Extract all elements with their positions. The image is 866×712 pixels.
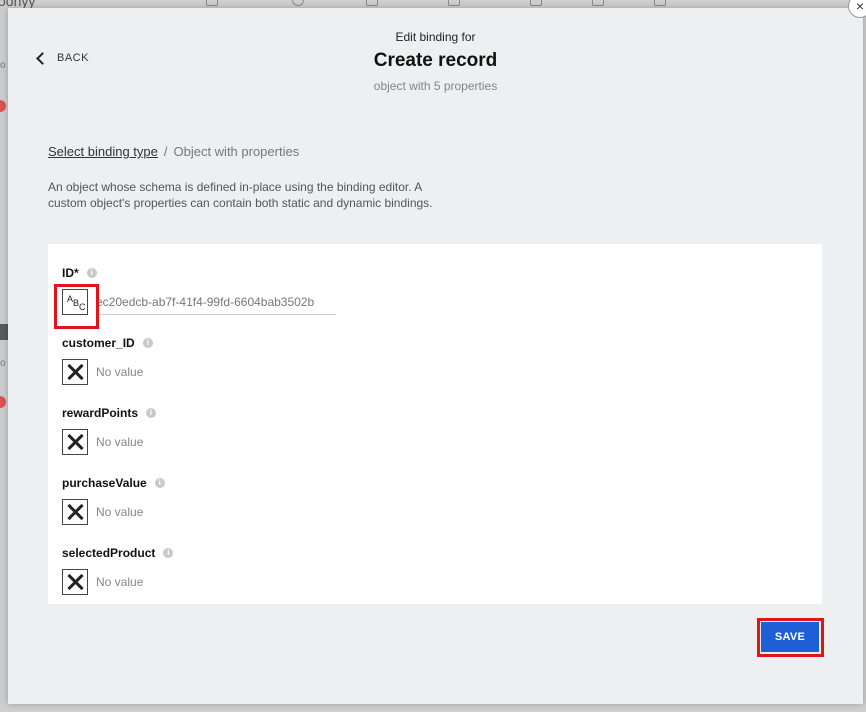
edit-binding-modal: BACK Edit binding for Create record obje… bbox=[8, 8, 863, 704]
info-icon[interactable]: i bbox=[146, 408, 157, 418]
modal-title: Create record bbox=[373, 50, 498, 71]
breadcrumb-current: Object with properties bbox=[173, 144, 300, 159]
background-mark: o bbox=[0, 60, 6, 71]
property-field-selected-product: selectedProduct i No value bbox=[62, 546, 174, 596]
breadcrumb-link-select-binding-type[interactable]: Select binding type bbox=[48, 144, 158, 159]
no-value-text: No value bbox=[96, 505, 144, 519]
modal-supertitle: Edit binding for bbox=[395, 30, 476, 44]
x-no-value-type-button[interactable] bbox=[62, 569, 88, 595]
background-error-badge-icon bbox=[0, 396, 6, 408]
background-error-badge-icon bbox=[0, 100, 6, 112]
background-toolbar-icon bbox=[366, 0, 378, 6]
binding-description: An object whose schema is defined in-pla… bbox=[48, 180, 433, 210]
no-value-text: No value bbox=[96, 435, 144, 449]
no-value-text: No value bbox=[96, 575, 144, 589]
background-toolbar-icon bbox=[292, 0, 304, 6]
background-toolbar-icon bbox=[654, 0, 666, 6]
x-no-value-type-button[interactable] bbox=[62, 499, 88, 525]
background-toolbar-icon bbox=[592, 0, 604, 6]
highlight-box-save-button bbox=[757, 618, 824, 657]
x-no-value-type-button[interactable] bbox=[62, 359, 88, 385]
modal-subtitle: object with 5 properties bbox=[373, 79, 498, 93]
property-label: rewardPoints bbox=[62, 406, 139, 420]
property-field-id: ID* i A B C bbox=[62, 266, 336, 316]
info-icon[interactable]: i bbox=[142, 338, 153, 348]
background-toolbar: oonyy bbox=[0, 0, 866, 9]
breadcrumb-separator: / bbox=[163, 144, 168, 159]
x-no-value-type-button[interactable] bbox=[62, 429, 88, 455]
id-value-input[interactable] bbox=[96, 289, 336, 315]
background-toolbar-icon bbox=[448, 0, 460, 6]
property-field-reward-points: rewardPoints i No value bbox=[62, 406, 157, 456]
property-field-customer-id: customer_ID i No value bbox=[62, 336, 153, 386]
property-label: purchaseValue bbox=[62, 476, 147, 490]
property-label: customer_ID bbox=[62, 336, 135, 350]
breadcrumb: Select binding type / Object with properti… bbox=[48, 144, 299, 159]
property-label: ID* bbox=[62, 266, 79, 280]
highlight-box-type-button bbox=[54, 284, 99, 329]
background-toolbar-icon bbox=[530, 0, 542, 6]
background-selected-row bbox=[0, 324, 8, 340]
background-left-panel: o o bbox=[0, 8, 8, 712]
background-bottom-bar bbox=[0, 704, 866, 712]
no-value-text: No value bbox=[96, 365, 144, 379]
property-label: selectedProduct bbox=[62, 546, 156, 560]
property-field-purchase-value: purchaseValue i No value bbox=[62, 476, 165, 526]
modal-header: Edit binding for Create record object wi… bbox=[8, 28, 863, 93]
background-mark: o bbox=[0, 358, 6, 369]
info-icon[interactable]: i bbox=[154, 478, 165, 488]
background-toolbar-icon bbox=[206, 0, 218, 6]
info-icon[interactable]: i bbox=[163, 548, 174, 558]
properties-card: ID* i A B C customer_ID i bbox=[48, 244, 822, 604]
info-icon[interactable]: i bbox=[86, 268, 97, 278]
